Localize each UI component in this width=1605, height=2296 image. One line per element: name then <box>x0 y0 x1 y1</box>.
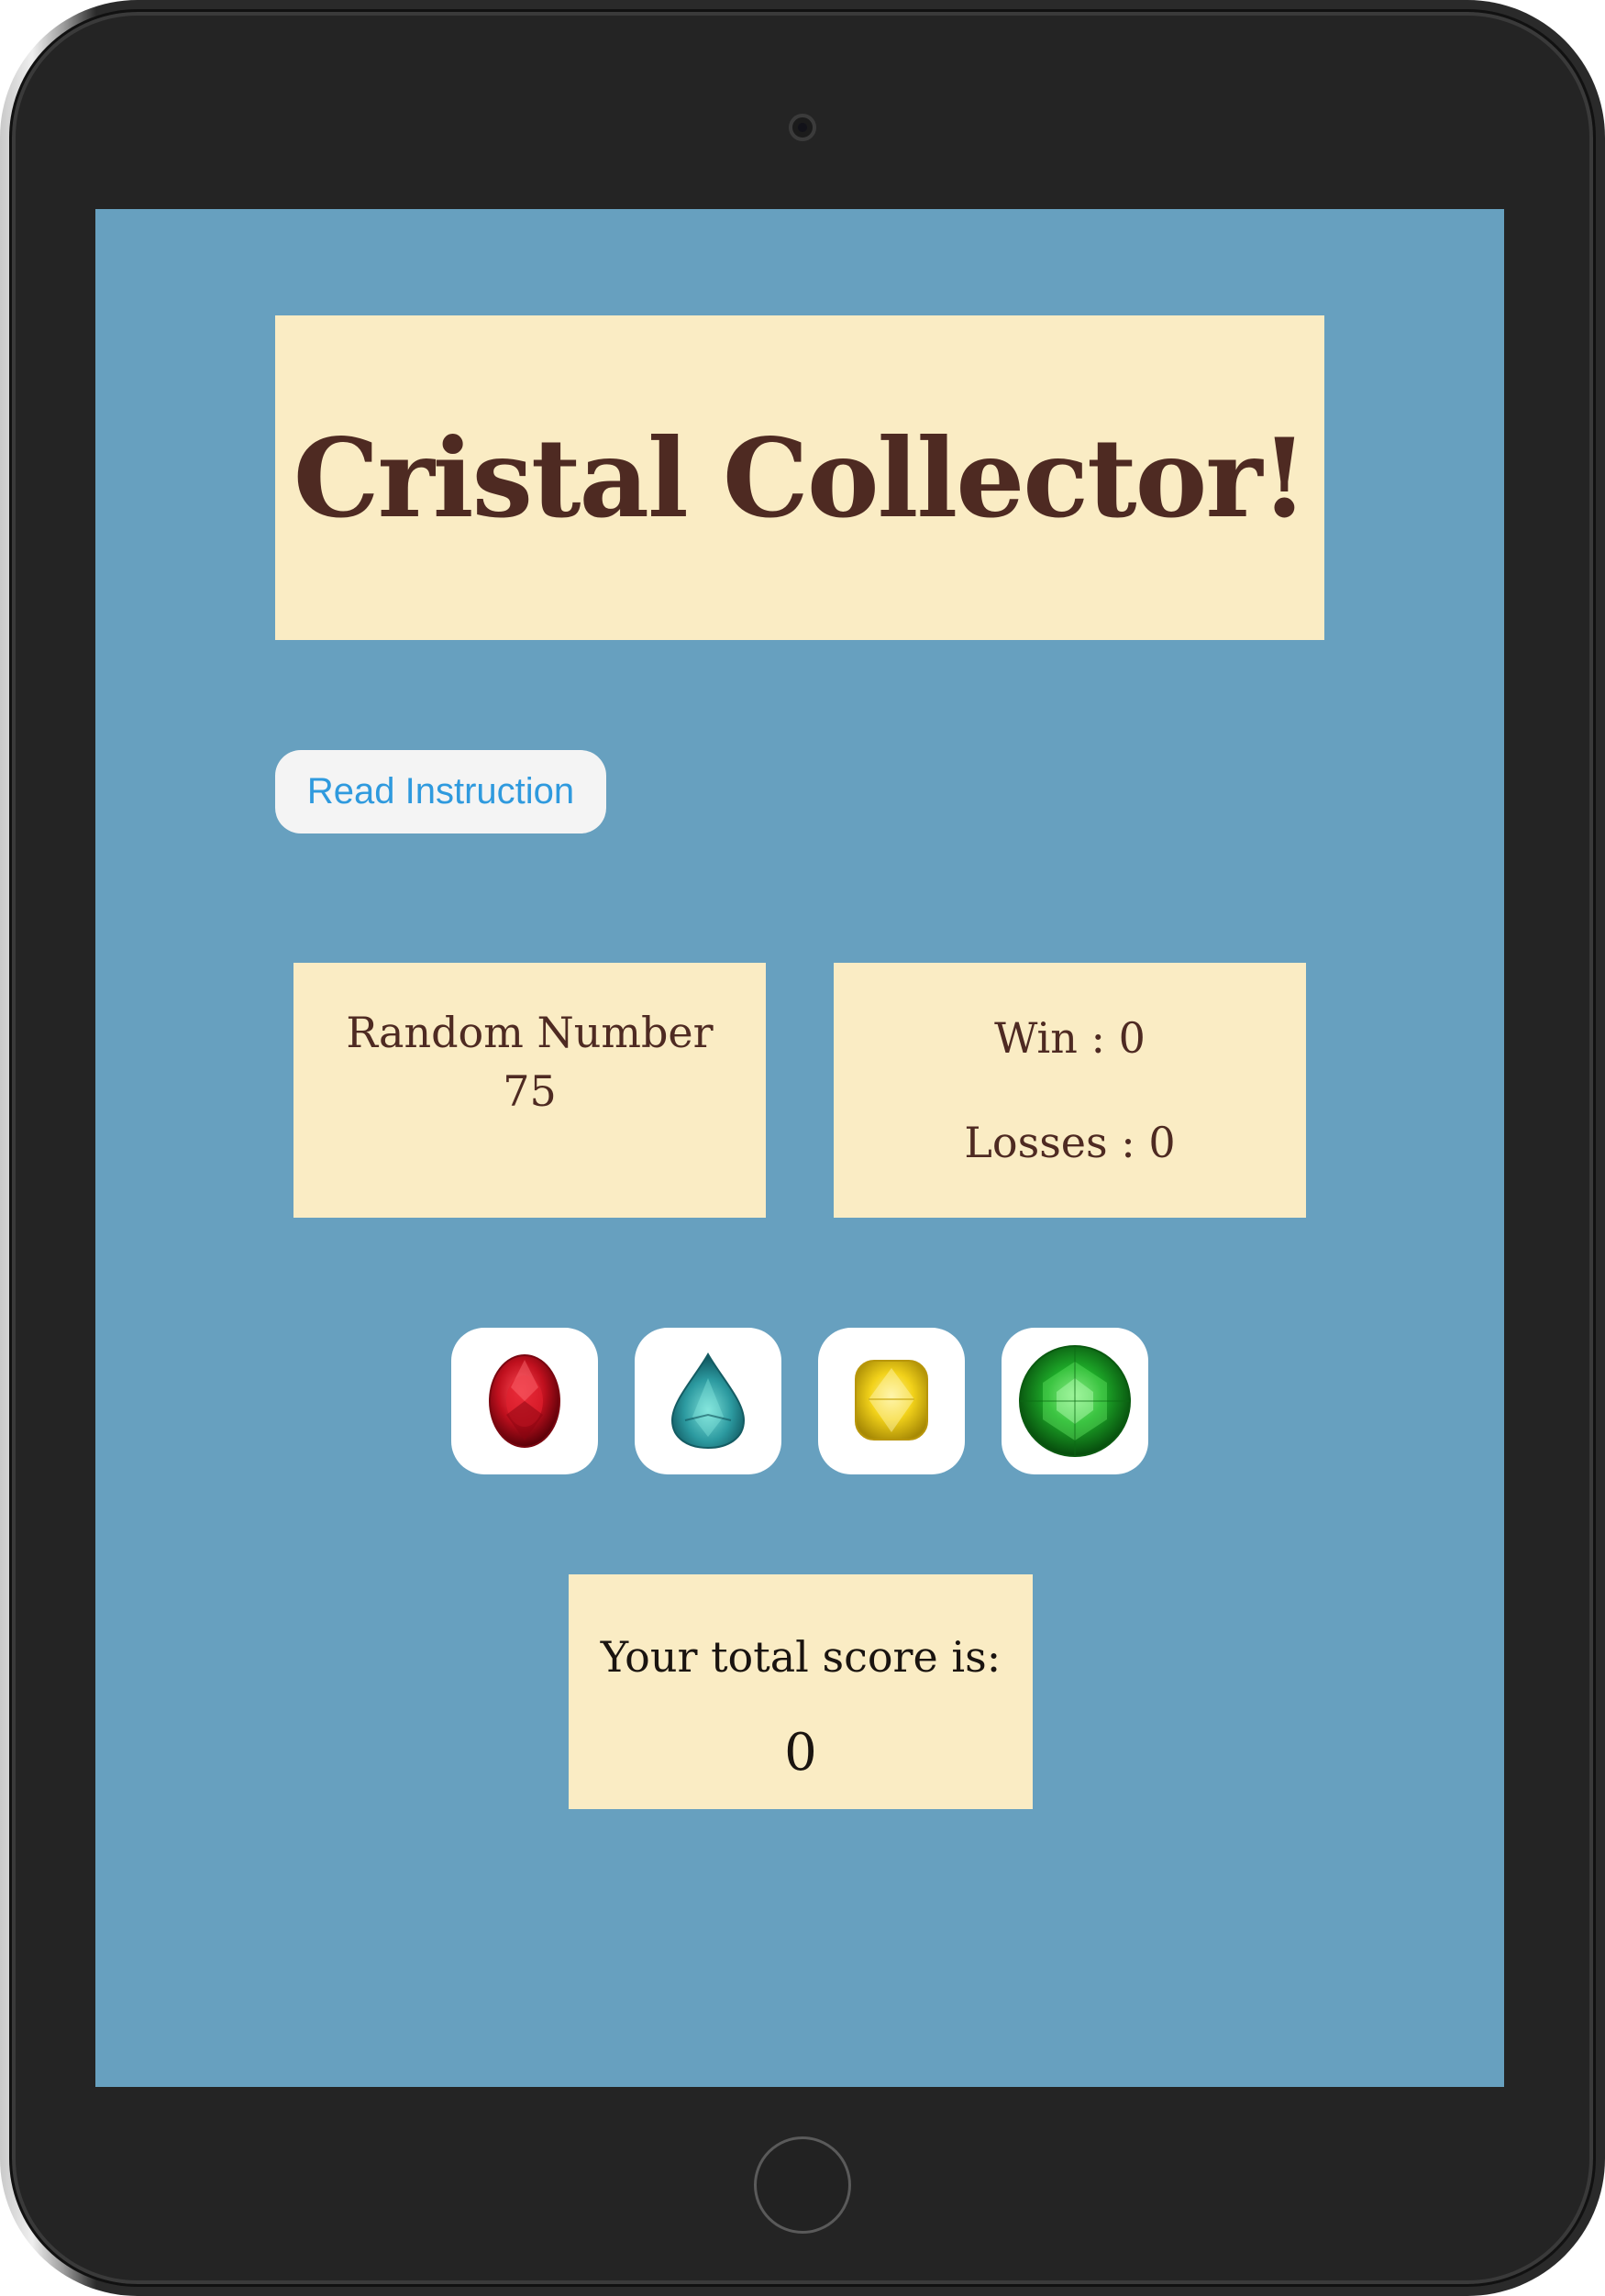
red-gem-button[interactable] <box>451 1328 598 1474</box>
read-instruction-button[interactable]: Read Instruction <box>275 750 606 833</box>
yellow-cushion-gem-icon <box>855 1360 928 1441</box>
loss-count: Losses : 0 <box>964 1118 1176 1167</box>
teal-gem-button[interactable] <box>635 1328 781 1474</box>
random-number-value: 75 <box>503 1066 557 1116</box>
yellow-gem-button[interactable] <box>818 1328 965 1474</box>
home-button[interactable] <box>754 2136 851 2234</box>
camera-icon <box>789 114 816 141</box>
red-ruby-icon <box>489 1354 560 1448</box>
random-number-panel: Random Number 75 <box>293 963 766 1218</box>
score-label: Your total score is: <box>600 1632 1002 1682</box>
teal-pear-gem-icon <box>670 1352 746 1450</box>
random-number-label: Random Number <box>346 1008 714 1057</box>
green-gem-button[interactable] <box>1002 1328 1148 1474</box>
game-screen: Cristal Collector! Read Instruction Rand… <box>95 209 1504 2087</box>
title-panel: Cristal Collector! <box>275 315 1324 640</box>
green-round-gem-icon <box>1019 1345 1131 1457</box>
score-value: 0 <box>784 1723 817 1783</box>
win-count: Win : 0 <box>994 1013 1146 1063</box>
page-title: Cristal Collector! <box>293 414 1309 542</box>
win-loss-panel: Win : 0 Losses : 0 <box>834 963 1306 1218</box>
score-panel: Your total score is: 0 <box>569 1574 1033 1809</box>
gem-buttons <box>451 1328 1148 1474</box>
